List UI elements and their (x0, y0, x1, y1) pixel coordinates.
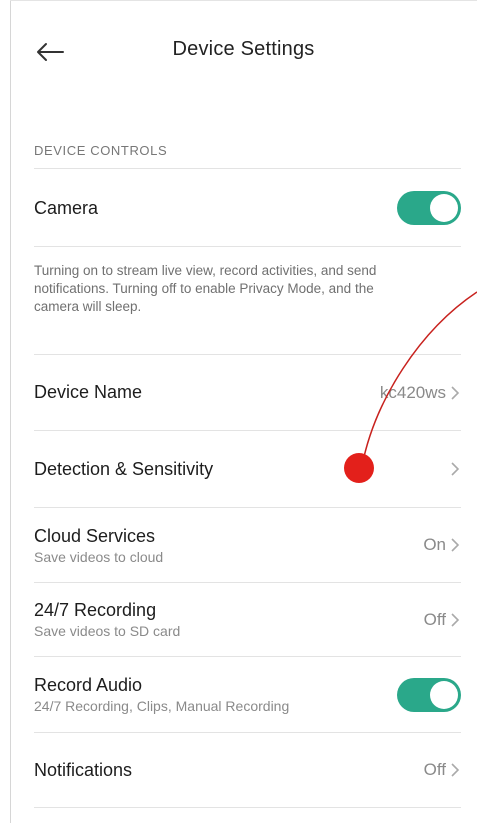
chevron-right-icon (451, 462, 460, 476)
record-audio-toggle[interactable] (397, 677, 461, 712)
section-label: DEVICE CONTROLS (34, 143, 168, 158)
chevron-right-icon (451, 612, 460, 627)
page-title: Device Settings (172, 38, 315, 60)
toggle-knob (430, 194, 458, 222)
chevron-right-icon (451, 385, 460, 400)
camera-toggle[interactable] (397, 191, 461, 225)
notifications-label: Notifications (34, 759, 133, 780)
notifications-row[interactable]: Notifications Off (34, 733, 461, 807)
device-name-row[interactable]: Device Name kc420ws (34, 355, 461, 430)
notifications-value: Off (423, 760, 446, 779)
recording-row[interactable]: 24/7 Recording Save videos to SD card Of… (34, 583, 461, 656)
cloud-value: On (423, 535, 446, 554)
camera-description: Turning on to stream live view, record a… (34, 263, 377, 314)
chevron-right-icon (451, 538, 460, 552)
cloud-label: Cloud Services (34, 525, 156, 546)
recording-value: Off (423, 609, 446, 629)
device-name-label: Device Name (34, 382, 143, 402)
detection-sensitivity-row[interactable]: Detection & Sensitivity (34, 431, 461, 507)
recording-sub: Save videos to SD card (34, 623, 181, 639)
cloud-services-row[interactable]: Cloud Services Save videos to cloud On (34, 508, 461, 582)
camera-label: Camera (34, 197, 99, 218)
device-name-value: kc420ws (379, 382, 446, 402)
detection-label: Detection & Sensitivity (34, 458, 214, 479)
recording-label: 24/7 Recording (34, 600, 157, 620)
cloud-sub: Save videos to cloud (34, 548, 164, 565)
record-audio-sub: 24/7 Recording, Clips, Manual Recording (34, 698, 290, 714)
camera-row: Camera (34, 170, 461, 246)
toggle-knob (430, 680, 458, 709)
chevron-right-icon (451, 763, 460, 777)
frame-border-left (10, 0, 11, 823)
divider (34, 168, 461, 169)
divider (34, 807, 461, 808)
header: Device Settings (10, 0, 477, 102)
divider (34, 246, 461, 247)
record-audio-row: Record Audio 24/7 Recording, Clips, Manu… (34, 657, 461, 732)
record-audio-label: Record Audio (34, 675, 143, 695)
